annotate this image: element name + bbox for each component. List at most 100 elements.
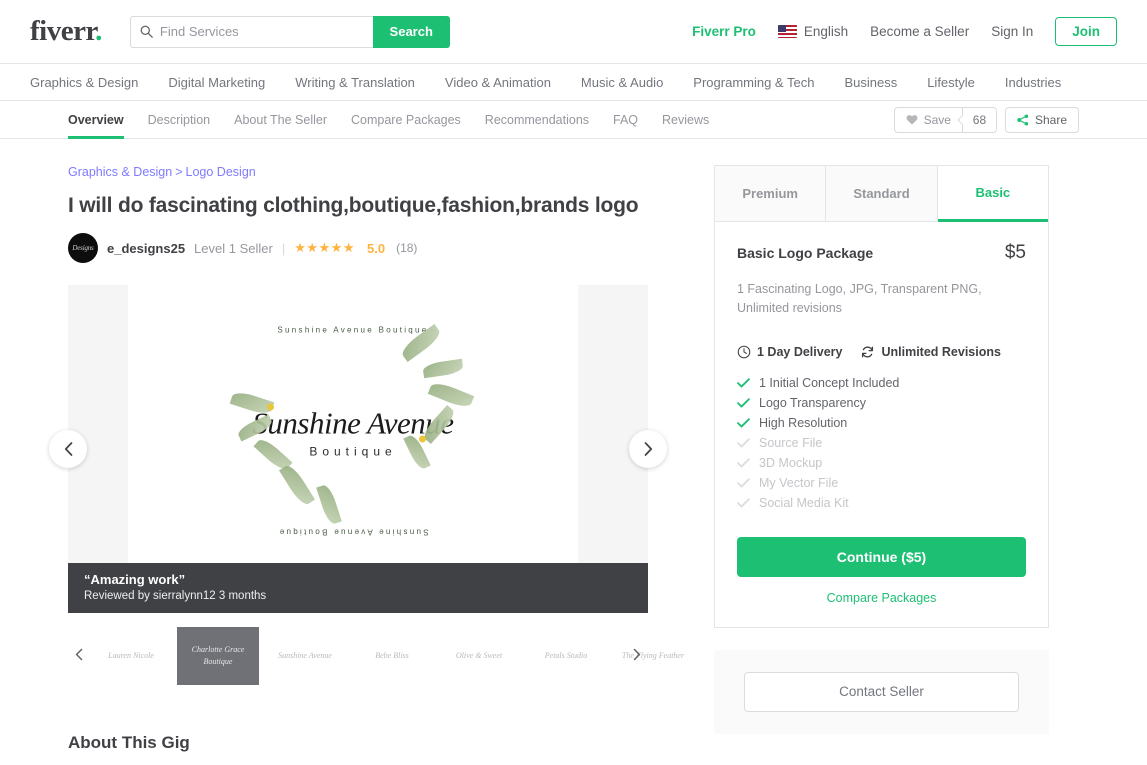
delivery-time: 1 Day Delivery (737, 345, 842, 359)
join-button[interactable]: Join (1055, 17, 1117, 46)
category-music-audio[interactable]: Music & Audio (581, 75, 663, 90)
tab-overview[interactable]: Overview (68, 101, 124, 139)
feature-label: My Vector File (759, 475, 839, 490)
gallery-next-button[interactable] (629, 430, 667, 469)
list-item[interactable]: The Flying Feather (612, 627, 694, 686)
list-item[interactable]: Petals Studio (525, 627, 607, 686)
category-programming-tech[interactable]: Programming & Tech (693, 75, 814, 90)
category-nav: Graphics & Design Digital Marketing Writ… (0, 64, 1147, 101)
feature-label: High Resolution (759, 415, 848, 430)
contact-seller-button[interactable]: Contact Seller (744, 671, 1019, 712)
category-industries[interactable]: Industries (1005, 75, 1061, 90)
revisions-count: Unlimited Revisions (860, 345, 1001, 359)
gallery-thumbnails: Lauren Nicole Charlotte Grace Boutique S… (68, 625, 694, 687)
chevron-right-icon (633, 649, 641, 661)
save-button[interactable]: Save (893, 106, 963, 133)
package-description: 1 Fascinating Logo, JPG, Transparent PNG… (737, 282, 982, 316)
gallery-review-overlay: “Amazing work” Reviewed by sierralynn12 … (68, 563, 648, 614)
search-icon (140, 25, 153, 38)
share-icon (1017, 113, 1029, 126)
tab-description[interactable]: Description (148, 101, 211, 138)
breadcrumb-separator: > (175, 165, 183, 179)
list-item: High Resolution (737, 413, 1026, 433)
gallery-prev-button[interactable] (49, 430, 87, 469)
continue-button[interactable]: Continue ($5) (737, 536, 1026, 577)
leaf-icon (422, 358, 464, 378)
search-button[interactable]: Search (372, 15, 450, 48)
us-flag-icon (777, 25, 797, 38)
category-video-animation[interactable]: Video & Animation (445, 75, 551, 90)
top-header: fiverr. Search Fiverr Pro English Become… (0, 0, 1147, 64)
seller-divider: | (281, 240, 286, 256)
package-meta: 1 Day Delivery Unlimited Revisions (737, 345, 1026, 359)
list-item[interactable]: Bebe Bliss (351, 627, 433, 686)
seller-username[interactable]: e_designs25 (107, 241, 185, 256)
feature-label: Source File (759, 435, 823, 450)
thumbnails-prev-button[interactable] (72, 646, 86, 667)
package-body: Basic Logo Package $5 1 Fascinating Logo… (715, 222, 1048, 627)
share-button[interactable]: Share (1004, 106, 1079, 133)
top-nav: Fiverr Pro English Become a Seller Sign … (692, 17, 1117, 46)
search-input[interactable] (159, 24, 364, 39)
compare-packages-link[interactable]: Compare Packages (737, 591, 1026, 605)
gig-tab-nav: Overview Description About The Seller Co… (0, 101, 1147, 139)
tab-recommendations[interactable]: Recommendations (485, 101, 589, 138)
list-item: Logo Transparency (737, 393, 1026, 413)
fiverr-logo[interactable]: fiverr. (30, 17, 102, 46)
package-price: $5 (1004, 242, 1026, 263)
feature-label: 3D Mockup (759, 455, 823, 470)
tab-standard[interactable]: Standard (826, 166, 938, 222)
tab-about-the-seller[interactable]: About The Seller (234, 101, 327, 138)
list-item: Source File (737, 433, 1026, 453)
gig-main-column: Graphics & Design > Logo Design I will do … (49, 165, 694, 765)
feature-label: Logo Transparency (759, 395, 867, 410)
category-lifestyle[interactable]: Lifestyle (927, 75, 975, 90)
list-item[interactable]: Olive & Sweet (438, 627, 520, 686)
list-item[interactable]: Lauren Nicole (90, 627, 172, 686)
breadcrumb-leaf[interactable]: Logo Design (186, 165, 256, 179)
chevron-left-icon (64, 442, 72, 457)
contact-seller-panel: Contact Seller (714, 649, 1049, 734)
seller-level: Level 1 Seller (194, 240, 273, 256)
feature-label: 1 Initial Concept Included (759, 375, 900, 390)
language-selector[interactable]: English (777, 24, 848, 39)
tab-premium[interactable]: Premium (715, 166, 827, 222)
category-writing-translation[interactable]: Writing & Translation (295, 75, 415, 90)
check-icon (737, 378, 750, 388)
thumbnails-next-button[interactable] (630, 646, 644, 667)
check-icon-disabled (737, 438, 750, 448)
tab-reviews[interactable]: Reviews (662, 101, 709, 138)
category-digital-marketing[interactable]: Digital Marketing (168, 75, 265, 90)
logo-artwork: Sunshine Avenue Boutique Sunshine Avenue… (223, 317, 483, 542)
nav-fiverr-pro[interactable]: Fiverr Pro (692, 24, 756, 39)
tab-compare-packages[interactable]: Compare Packages (351, 101, 461, 138)
package-card: Premium Standard Basic Basic Logo Packag… (714, 165, 1049, 628)
thumbnail-label: Olive & Sweet (455, 651, 503, 661)
breadcrumb-root[interactable]: Graphics & Design (68, 165, 172, 179)
tab-basic[interactable]: Basic (937, 166, 1048, 222)
list-item[interactable]: Sunshine Avenue (264, 627, 346, 686)
clock-icon (737, 345, 751, 359)
search-input-wrapper[interactable] (129, 15, 373, 48)
category-business[interactable]: Business (844, 75, 897, 90)
category-graphics-design[interactable]: Graphics & Design (30, 75, 138, 90)
package-tabs: Premium Standard Basic (715, 166, 1048, 222)
list-item[interactable]: Charlotte Grace Boutique (177, 627, 259, 686)
check-icon-disabled (737, 498, 750, 508)
breadcrumb: Graphics & Design > Logo Design (68, 165, 648, 179)
gig-sidebar: Premium Standard Basic Basic Logo Packag… (714, 165, 1049, 734)
list-item: 3D Mockup (737, 453, 1026, 473)
tab-faq[interactable]: FAQ (613, 101, 638, 138)
feature-label: Social Media Kit (759, 495, 849, 510)
search-bar: Search (129, 15, 450, 48)
share-label: Share (1034, 112, 1067, 127)
wreath-text-bottom: Sunshine Avenue Boutique (277, 527, 429, 537)
thumbnail-label: Sunshine Avenue (278, 651, 332, 661)
nav-become-a-seller[interactable]: Become a Seller (870, 24, 969, 39)
avatar[interactable]: Designs (68, 233, 98, 264)
list-item: 1 Initial Concept Included (737, 373, 1026, 393)
package-header: Basic Logo Package $5 (737, 242, 1026, 264)
nav-sign-in[interactable]: Sign In (991, 24, 1033, 39)
rating-stars: ★★★★★ (294, 240, 355, 256)
check-icon (737, 398, 750, 408)
